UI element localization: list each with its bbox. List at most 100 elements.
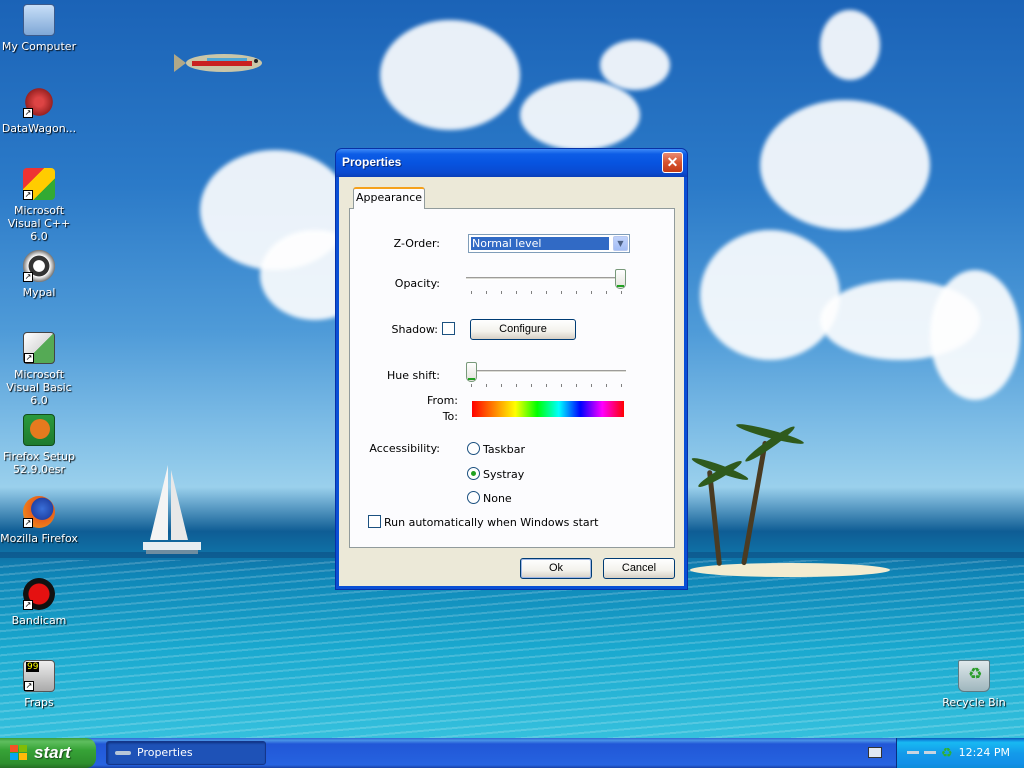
bandicam-record-icon: ↗ [23,578,55,610]
slider-tick [546,291,547,294]
accessibility-label: Accessibility: [369,442,440,455]
desktop-icon-label: Fraps [24,696,54,709]
slider-tick [516,384,517,387]
desktop-icon-label: Firefox Setup 52.9.0esr [3,450,75,476]
recycle-bin-icon: ♻ [958,660,990,692]
mypal-icon: ↗ [23,250,55,282]
shortcut-arrow-icon: ↗ [23,272,33,282]
radio-none-label[interactable]: None [483,492,512,505]
slider-thumb[interactable] [615,269,626,289]
slider-tick [561,384,562,387]
start-button[interactable]: start [0,738,96,768]
shortcut-arrow-icon: ↗ [23,108,33,118]
taskbar: start Properties ♻ 12:24 PM [0,738,1024,768]
slider-tick [531,291,532,294]
cloud-decoration [380,20,520,130]
configure-button[interactable]: Configure [470,319,576,340]
desktop-icon-fraps[interactable]: 99 ↗ Fraps [0,660,78,709]
cancel-button[interactable]: Cancel [603,558,675,579]
system-tray: ♻ 12:24 PM [896,738,1024,768]
dialog-client-area: Appearance Z-Order: Normal level ▼ Opaci… [339,177,684,586]
desktop-icon-visual-basic[interactable]: ↗ Microsoft Visual Basic 6.0 [0,332,78,407]
radio-taskbar-label[interactable]: Taskbar [483,443,525,456]
slider-tick [501,291,502,294]
autorun-label[interactable]: Run automatically when Windows start [384,516,599,529]
opacity-label: Opacity: [394,277,440,290]
slider-tick [561,291,562,294]
visual-basic-icon: ↗ [23,332,55,364]
hue-from-spectrum [472,401,624,409]
radio-systray[interactable] [467,467,480,480]
cloud-decoration [930,270,1020,400]
keyboard-icon[interactable] [868,747,882,758]
network-security-icon[interactable]: ♻ [941,746,953,761]
fish-app-icon [115,751,131,755]
close-icon: ✕ [666,154,679,170]
desktop-icon-datawagon[interactable]: ↗ DataWagon... [0,86,78,135]
slider-tick [591,384,592,387]
windows-logo-icon [10,745,27,760]
cloud-decoration [700,230,840,360]
properties-dialog: Properties ✕ Appearance Z-Order: Normal … [335,148,688,590]
shortcut-arrow-icon: ↗ [24,681,34,691]
slider-tick [486,291,487,294]
clock[interactable]: 12:24 PM [959,746,1010,759]
start-label: start [34,743,71,762]
shadow-label: Shadow: [391,323,438,336]
hue-shift-slider[interactable] [466,362,628,392]
fish-tray-icon[interactable] [907,751,919,754]
taskbar-item-properties[interactable]: Properties [106,741,266,765]
slider-tick [576,384,577,387]
cloud-decoration [600,40,670,90]
slider-tick [516,291,517,294]
slider-tick [576,291,577,294]
slider-track [466,370,626,373]
tray-app-icon[interactable] [924,751,936,754]
desktop-icon-my-computer[interactable]: My Computer [0,4,78,53]
radio-taskbar[interactable] [467,442,480,455]
fraps-icon: 99 ↗ [23,660,55,692]
slider-tick [621,291,622,294]
hue-from-label: From: [427,394,458,407]
desktop-icon-label: Microsoft Visual Basic 6.0 [6,368,72,407]
desktop-icon-mozilla-firefox[interactable]: ↗ Mozilla Firefox [0,496,78,545]
close-button[interactable]: ✕ [662,152,683,173]
cloud-decoration [520,80,640,150]
installer-icon [23,414,55,446]
zorder-select[interactable]: Normal level ▼ [468,234,630,253]
hue-to-label: To: [442,410,458,423]
cloud-decoration [820,10,880,80]
desktop-icon-label: Mypal [22,286,56,299]
slider-thumb[interactable] [466,362,477,382]
cloud-decoration [760,100,930,230]
desktop-icon-label: My Computer [1,40,77,53]
ok-button[interactable]: Ok [520,558,592,579]
autorun-checkbox[interactable] [368,515,381,528]
radio-systray-label[interactable]: Systray [483,468,524,481]
desktop-icon-recycle-bin[interactable]: ♻ Recycle Bin [935,660,1013,709]
hue-to-spectrum [472,409,624,417]
shadow-checkbox[interactable] [442,322,455,335]
slider-tick [606,384,607,387]
zorder-selected-value: Normal level [471,237,609,250]
desktop-icon-bandicam[interactable]: ↗ Bandicam [0,578,78,627]
slider-tick [501,384,502,387]
firefox-icon: ↗ [23,496,55,528]
radio-none[interactable] [467,491,480,504]
desktop-icon-label: Microsoft Visual C++ 6.0 [7,204,71,243]
desktop-icon-visual-cpp[interactable]: ↗ Microsoft Visual C++ 6.0 [0,168,78,243]
shortcut-arrow-icon: ↗ [23,600,33,610]
tab-appearance[interactable]: Appearance [353,187,425,209]
desktop-icon-label: Mozilla Firefox [0,532,78,545]
slider-tick [546,384,547,387]
appearance-panel: Z-Order: Normal level ▼ Opacity: Shadow:… [349,208,675,548]
slider-tick [591,291,592,294]
desktop-icon-firefox-setup[interactable]: Firefox Setup 52.9.0esr [0,414,78,476]
slider-tick [621,384,622,387]
chevron-down-icon[interactable]: ▼ [613,236,628,251]
slider-tick [531,384,532,387]
desktop-icon-mypal[interactable]: ↗ Mypal [0,250,78,299]
dialog-titlebar[interactable]: Properties ✕ [336,149,687,177]
shortcut-arrow-icon: ↗ [23,190,33,200]
opacity-slider[interactable] [466,269,628,299]
